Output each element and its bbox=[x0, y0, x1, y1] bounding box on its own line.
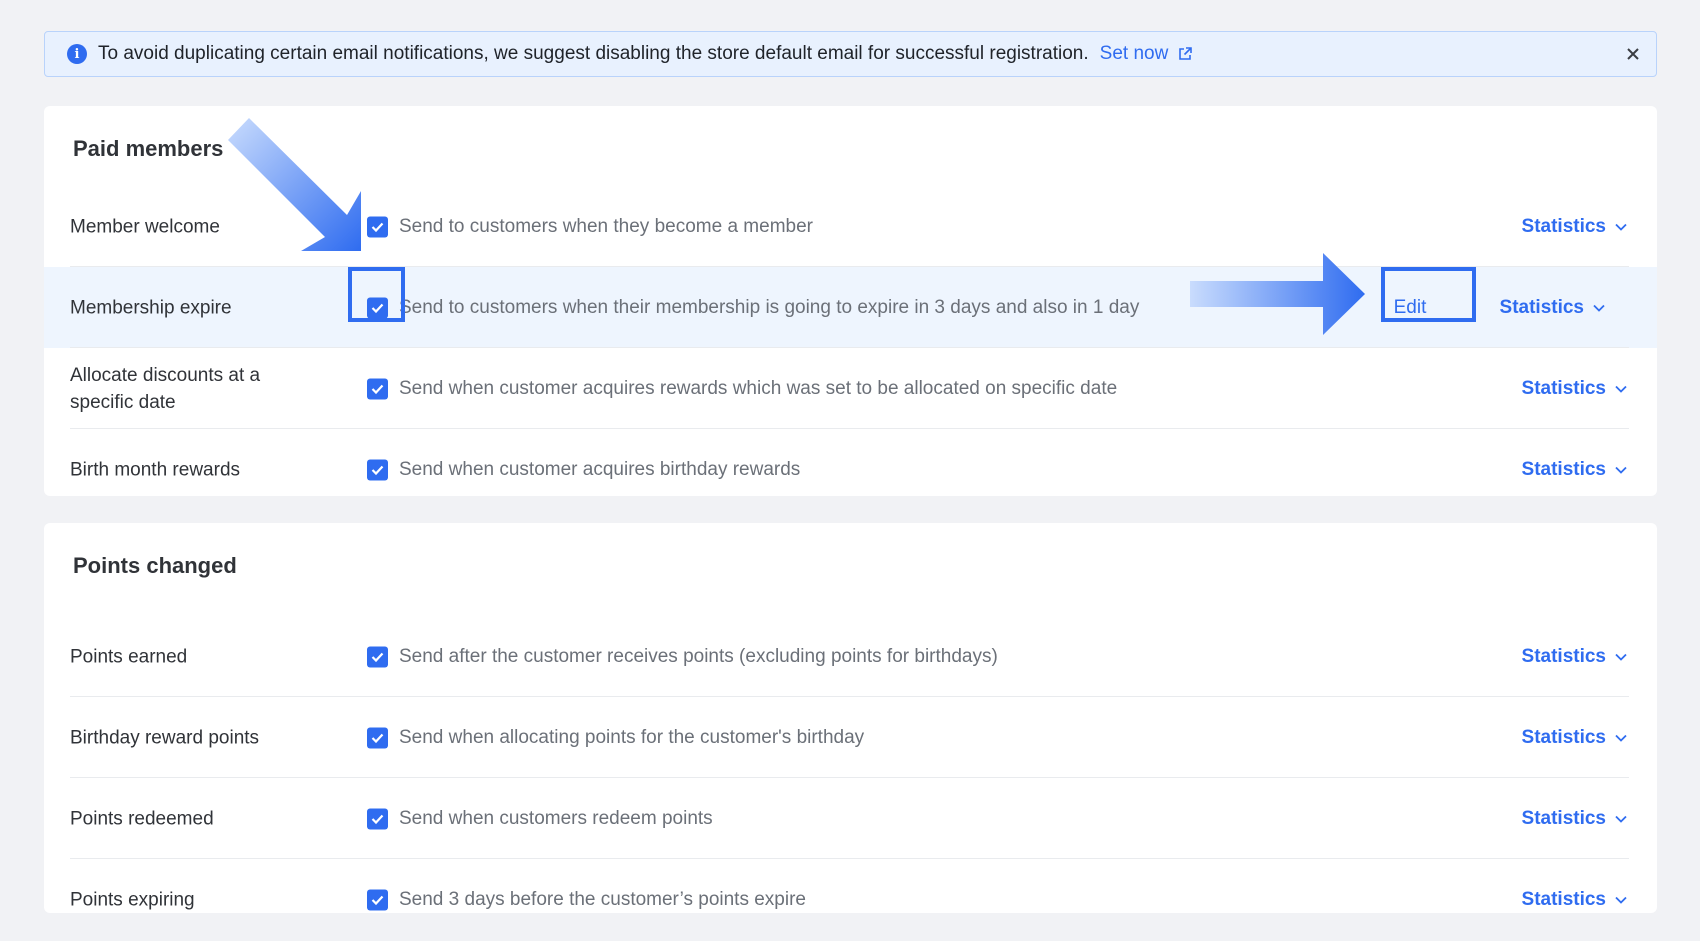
chevron-down-icon bbox=[1615, 223, 1627, 231]
row-label: Birthday reward points bbox=[70, 727, 260, 748]
set-now-link[interactable]: Set now bbox=[1100, 43, 1169, 65]
external-link-icon[interactable] bbox=[1177, 46, 1193, 62]
statistics-label: Statistics bbox=[1521, 377, 1606, 399]
list-item: Member welcome Send to customers when th… bbox=[44, 186, 1657, 267]
chevron-down-icon bbox=[1615, 896, 1627, 904]
statistics-label: Statistics bbox=[1521, 215, 1606, 237]
close-icon[interactable] bbox=[1626, 47, 1640, 61]
row-label: Membership expire bbox=[70, 297, 232, 318]
statistics-label: Statistics bbox=[1521, 726, 1606, 748]
statistics-label: Statistics bbox=[1521, 807, 1606, 829]
chevron-down-icon bbox=[1615, 815, 1627, 823]
row-description: Send to customers when they become a mem… bbox=[399, 215, 813, 237]
chevron-down-icon bbox=[1615, 734, 1627, 742]
enable-checkbox[interactable] bbox=[367, 459, 388, 480]
list-item: Points redeemed Send when customers rede… bbox=[44, 778, 1657, 859]
row-label: Points earned bbox=[70, 646, 188, 667]
row-description: Send to customers when their membership … bbox=[399, 296, 1140, 318]
row-description: Send when allocating points for the cust… bbox=[399, 726, 865, 748]
list-item-highlighted: Membership expire Send to customers when… bbox=[44, 267, 1657, 348]
statistics-dropdown[interactable]: Statistics bbox=[1522, 889, 1627, 911]
statistics-dropdown[interactable]: Statistics bbox=[1500, 297, 1605, 319]
notification-list: Member welcome Send to customers when th… bbox=[44, 186, 1657, 510]
info-icon: i bbox=[67, 44, 87, 64]
list-item: Allocate discounts at a specific date Se… bbox=[44, 348, 1657, 429]
list-item: Birth month rewards Send when customer a… bbox=[44, 429, 1657, 510]
row-description: Send after the customer receives points … bbox=[399, 645, 998, 667]
statistics-dropdown[interactable]: Statistics bbox=[1522, 216, 1627, 238]
row-label: Points expiring bbox=[70, 889, 195, 910]
list-item: Points earned Send after the customer re… bbox=[44, 616, 1657, 697]
section-title: Points changed bbox=[73, 553, 237, 578]
statistics-dropdown[interactable]: Statistics bbox=[1522, 646, 1627, 668]
enable-checkbox[interactable] bbox=[367, 297, 388, 318]
section-title: Paid members bbox=[73, 136, 224, 161]
points-changed-card: Points changed Points earned Send after … bbox=[44, 523, 1657, 913]
enable-checkbox[interactable] bbox=[367, 727, 388, 748]
row-description: Send when customer acquires birthday rew… bbox=[399, 458, 801, 480]
row-label: Birth month rewards bbox=[70, 459, 241, 480]
notice-text: To avoid duplicating certain email notif… bbox=[98, 43, 1089, 64]
statistics-label: Statistics bbox=[1521, 458, 1606, 480]
enable-checkbox[interactable] bbox=[367, 646, 388, 667]
statistics-dropdown[interactable]: Statistics bbox=[1522, 727, 1627, 749]
list-item: Points expiring Send 3 days before the c… bbox=[44, 859, 1657, 940]
enable-checkbox[interactable] bbox=[367, 378, 388, 399]
list-item: Birthday reward points Send when allocat… bbox=[44, 697, 1657, 778]
chevron-down-icon bbox=[1615, 466, 1627, 474]
paid-members-card: Paid members Member welcome Send to cust… bbox=[44, 106, 1657, 496]
notice-banner: i To avoid duplicating certain email not… bbox=[44, 31, 1657, 77]
statistics-label: Statistics bbox=[1499, 296, 1584, 318]
row-label: Member welcome bbox=[70, 216, 220, 237]
chevron-down-icon bbox=[1615, 385, 1627, 393]
statistics-label: Statistics bbox=[1521, 645, 1606, 667]
statistics-dropdown[interactable]: Statistics bbox=[1522, 459, 1627, 481]
statistics-dropdown[interactable]: Statistics bbox=[1522, 808, 1627, 830]
statistics-label: Statistics bbox=[1521, 888, 1606, 910]
row-label: Points redeemed bbox=[70, 808, 214, 829]
chevron-down-icon bbox=[1615, 653, 1627, 661]
enable-checkbox[interactable] bbox=[367, 889, 388, 910]
statistics-dropdown[interactable]: Statistics bbox=[1522, 378, 1627, 400]
row-label: Allocate discounts at a specific date bbox=[70, 364, 261, 413]
enable-checkbox[interactable] bbox=[367, 216, 388, 237]
row-description: Send 3 days before the customer’s points… bbox=[399, 888, 806, 910]
chevron-down-icon bbox=[1593, 304, 1605, 312]
edit-button[interactable]: Edit bbox=[1384, 288, 1436, 328]
row-description: Send when customers redeem points bbox=[399, 807, 713, 829]
enable-checkbox[interactable] bbox=[367, 808, 388, 829]
row-description: Send when customer acquires rewards whic… bbox=[399, 377, 1118, 399]
notification-list: Points earned Send after the customer re… bbox=[44, 616, 1657, 940]
